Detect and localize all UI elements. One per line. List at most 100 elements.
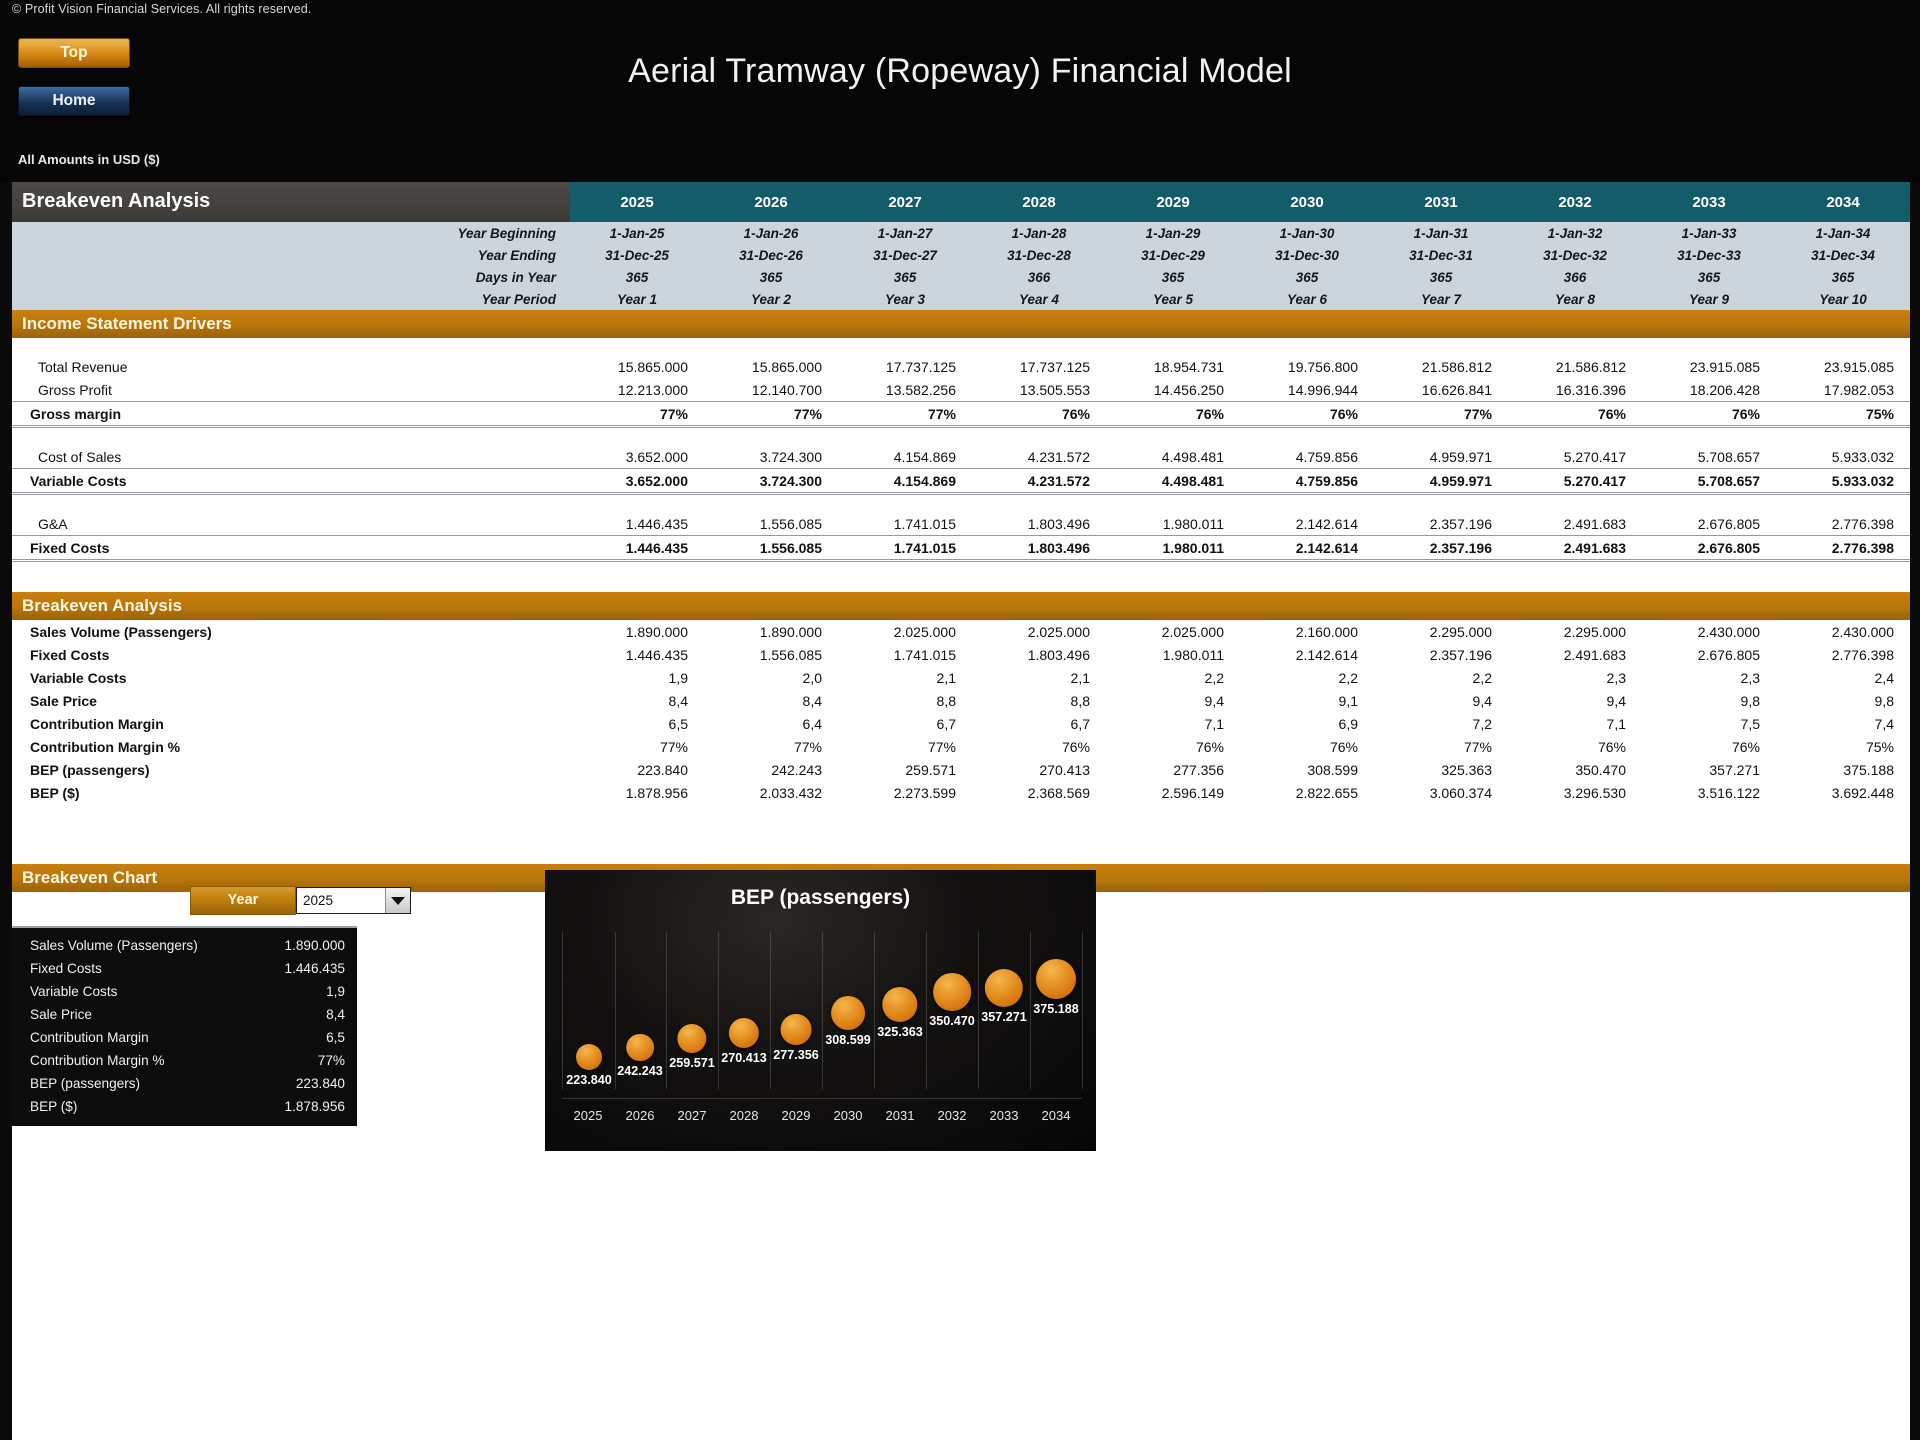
meta-value: 1-Jan-30 (1240, 222, 1374, 244)
row-value: 76% (1642, 401, 1776, 428)
year-picker[interactable]: Year 2025 (190, 886, 411, 915)
summary-row: Contribution Margin % 77% (12, 1049, 357, 1072)
meta-value: Year 3 (838, 288, 972, 310)
breakeven-banner-row: Breakeven Analysis (12, 592, 1910, 620)
row-value: 6,4 (704, 712, 838, 735)
row-value: 2.822.655 (1240, 781, 1374, 804)
meta-value: 366 (1508, 266, 1642, 288)
meta-value: 31-Dec-32 (1508, 244, 1642, 266)
row-value: 2,4 (1776, 666, 1910, 689)
spacer (12, 426, 1910, 445)
row-value: 16.626.841 (1374, 378, 1508, 402)
meta-value: 31-Dec-29 (1106, 244, 1240, 266)
row-value: 2.430.000 (1776, 620, 1910, 643)
row-label: Gross margin (12, 401, 570, 428)
year-badge-label: Year (190, 886, 296, 915)
row-value: 3.516.122 (1642, 781, 1776, 804)
meta-value: 365 (1642, 266, 1776, 288)
row-value: 2,2 (1106, 666, 1240, 689)
chart-bubble (677, 1023, 707, 1054)
meta-value: 31-Dec-26 (704, 244, 838, 266)
spacer (12, 834, 1910, 864)
row-value: 2.273.599 (838, 781, 972, 804)
row-value: 2.676.805 (1642, 535, 1776, 562)
row-value: 4.231.572 (972, 468, 1106, 495)
row-value: 259.571 (838, 758, 972, 781)
left-rail (0, 182, 12, 1440)
summary-value: 1,9 (326, 984, 345, 999)
row-value: 2,1 (838, 666, 972, 689)
row-value: 76% (972, 401, 1106, 428)
row-value: 23.915.085 (1642, 355, 1776, 378)
row-value: 1.556.085 (704, 512, 838, 536)
table-row: BEP (passengers) 223.840 242.243 259.571 270… (12, 758, 1910, 781)
row-label: Variable Costs (12, 468, 570, 495)
year-dropdown[interactable]: 2025 (296, 887, 411, 914)
meta-value: 365 (1374, 266, 1508, 288)
row-value: 2.368.569 (972, 781, 1106, 804)
chart-column: 325.363 (874, 932, 927, 1089)
row-value: 76% (1106, 401, 1240, 428)
row-value: 1.803.496 (972, 643, 1106, 666)
row-value: 2.142.614 (1240, 512, 1374, 536)
bep-bubble-chart: BEP (passengers) 223.840 242.243 259.571 27… (545, 870, 1096, 1151)
row-value: 9,4 (1106, 689, 1240, 712)
chevron-down-icon[interactable] (385, 888, 410, 913)
chart-x-axis: 2025 2026 2027 2028 2029 2030 2031 2032 2033 2034 (562, 1098, 1082, 1127)
row-value: 1.878.956 (570, 781, 704, 804)
row-value: 77% (838, 735, 972, 758)
row-value: 2.491.683 (1508, 512, 1642, 536)
table-row: Gross margin 77% 77% 77% 76% 76% 76% 77% 76% 76% 7… (12, 401, 1910, 428)
summary-value: 1.446.435 (284, 961, 345, 976)
table-row: Sale Price 8,4 8,4 8,8 8,8 9,4 9,1 9,4 9,4 9,8 9,8 (12, 689, 1910, 712)
meta-value: 365 (704, 266, 838, 288)
row-value: 4.959.971 (1374, 468, 1508, 495)
row-value: 1.980.011 (1106, 535, 1240, 562)
row-value: 8,8 (972, 689, 1106, 712)
year-header-2030: 2030 (1240, 182, 1374, 222)
row-value: 21.586.812 (1374, 355, 1508, 378)
row-value: 223.840 (570, 758, 704, 781)
row-value: 23.915.085 (1776, 355, 1910, 378)
row-value: 2.357.196 (1374, 535, 1508, 562)
row-label: Contribution Margin (12, 712, 570, 735)
row-value: 2.357.196 (1374, 643, 1508, 666)
row-value: 76% (1508, 401, 1642, 428)
summary-row: Variable Costs 1,9 (12, 980, 357, 1003)
meta-value: 1-Jan-32 (1508, 222, 1642, 244)
breakeven-table: Breakeven Analysis 2025 2026 2027 2028 2029 20… (12, 182, 1910, 864)
meta-value: 365 (838, 266, 972, 288)
row-value: 8,4 (570, 689, 704, 712)
chart-plot-area: 223.840 242.243 259.571 270.413 277.356 308.5… (562, 932, 1083, 1089)
row-value: 2.025.000 (1106, 620, 1240, 643)
table-row: Gross Profit 12.213.000 12.140.700 13.582.2… (12, 378, 1910, 402)
row-value: 16.316.396 (1508, 378, 1642, 402)
meta-value: 31-Dec-33 (1642, 244, 1776, 266)
meta-value: 1-Jan-26 (704, 222, 838, 244)
spacer (12, 338, 1910, 355)
row-value: 3.652.000 (570, 445, 704, 469)
row-value: 17.982.053 (1776, 378, 1910, 402)
summary-label: Sales Volume (Passengers) (30, 938, 198, 953)
chart-x-tick: 2028 (729, 1108, 759, 1123)
chart-value-label: 270.413 (721, 1051, 767, 1066)
row-value: 2.491.683 (1508, 535, 1642, 562)
year-header-2025: 2025 (570, 182, 704, 222)
row-value: 4.154.869 (838, 445, 972, 469)
summary-label: BEP ($) (30, 1099, 78, 1114)
chart-x-tick: 2025 (573, 1108, 603, 1123)
row-value: 2.160.000 (1240, 620, 1374, 643)
chart-column: 357.271 (978, 932, 1031, 1089)
meta-value: 31-Dec-25 (570, 244, 704, 266)
meta-value: 31-Dec-30 (1240, 244, 1374, 266)
row-value: 5.933.032 (1776, 445, 1910, 469)
row-value: 12.213.000 (570, 378, 704, 402)
meta-value: Year 6 (1240, 288, 1374, 310)
summary-value: 77% (317, 1053, 345, 1068)
summary-row: Sales Volume (Passengers) 1.890.000 (12, 934, 357, 957)
meta-label: Year Ending (12, 244, 570, 266)
row-label: Sales Volume (Passengers) (12, 620, 570, 643)
table-row (12, 493, 1910, 512)
row-value: 375.188 (1776, 758, 1910, 781)
breakeven-banner-label: Breakeven Analysis (12, 592, 1910, 620)
